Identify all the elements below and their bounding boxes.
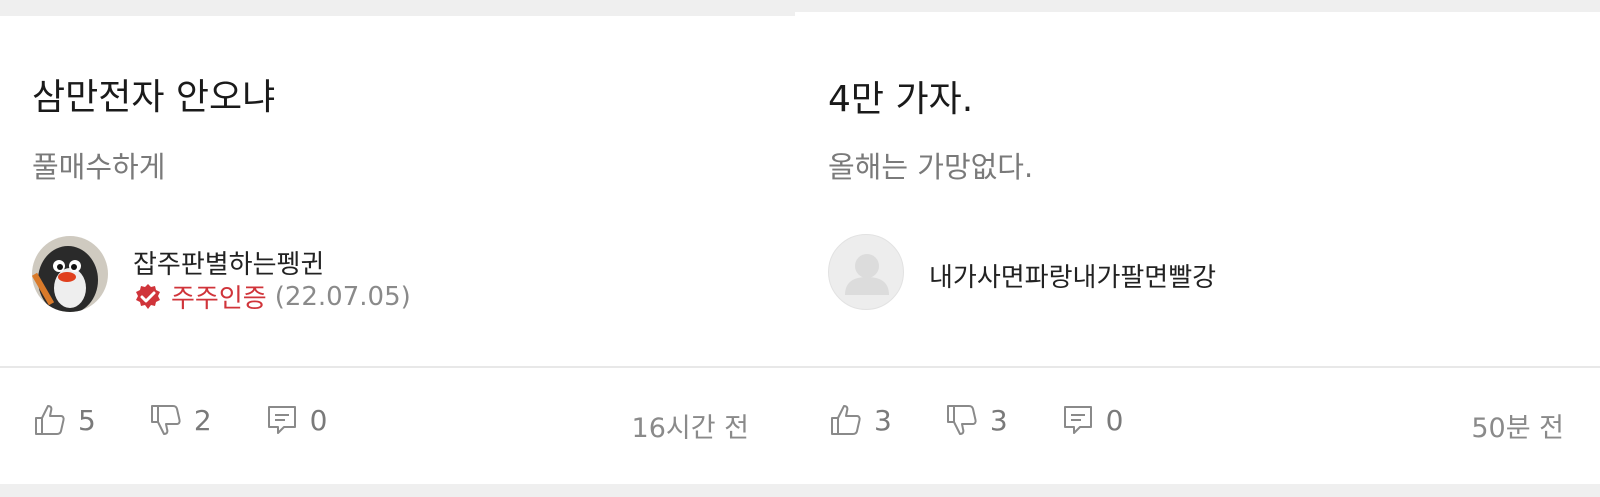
post-title[interactable]: 4만 가자. [828, 70, 973, 122]
post-card[interactable]: 삼만전자 안오냐 풀매수하게 잡주판별하는펭귄 주주인증 (22.07.05) [0, 16, 795, 484]
badge-label: 주주인증 [171, 284, 267, 314]
like-count: 3 [874, 403, 892, 437]
dislike-button[interactable]: 3 [944, 402, 1008, 438]
divider [795, 366, 1600, 368]
post-body[interactable]: 올해는 가망없다. [828, 144, 1033, 186]
comment-count: 0 [1105, 403, 1124, 437]
comment-count: 0 [309, 403, 328, 437]
like-count: 5 [78, 403, 96, 437]
author-name[interactable]: 잡주판별하는펭귄 [133, 244, 324, 281]
penguin-avatar-icon [32, 236, 108, 312]
comment-icon [267, 406, 296, 434]
post-body[interactable]: 풀매수하게 [32, 144, 165, 186]
thumbs-down-icon [946, 405, 977, 435]
like-button[interactable]: 3 [828, 402, 892, 438]
default-user-icon [845, 254, 889, 295]
like-button[interactable]: 5 [32, 402, 96, 438]
post-time: 16시간 전 [631, 413, 749, 444]
dislike-button[interactable]: 2 [148, 402, 212, 438]
dislike-count: 2 [193, 403, 212, 437]
thumbs-up-icon [831, 405, 861, 435]
post-card[interactable]: 4만 가자. 올해는 가망없다. 내가사면파랑내가팔면빨강 3 3 0 50분 … [795, 12, 1600, 484]
comment-button[interactable]: 0 [1060, 402, 1124, 438]
thumbs-up-icon [35, 405, 65, 435]
verified-check-icon [136, 283, 160, 309]
avatar[interactable] [32, 236, 108, 312]
comment-icon [1063, 406, 1092, 434]
comment-button[interactable]: 0 [264, 402, 328, 438]
divider [0, 366, 795, 368]
post-actions: 5 2 0 [32, 402, 379, 438]
post-title[interactable]: 삼만전자 안오냐 [32, 68, 275, 120]
badge-date: (22.07.05) [274, 281, 411, 312]
avatar[interactable] [828, 234, 904, 310]
post-actions: 3 3 0 [828, 402, 1175, 438]
author-name[interactable]: 내가사면파랑내가팔면빨강 [929, 257, 1216, 294]
thumbs-down-icon [150, 405, 181, 435]
post-time: 50분 전 [1471, 413, 1564, 444]
shareholder-badge: 주주인증 (22.07.05) [133, 278, 411, 315]
dislike-count: 3 [989, 403, 1008, 437]
